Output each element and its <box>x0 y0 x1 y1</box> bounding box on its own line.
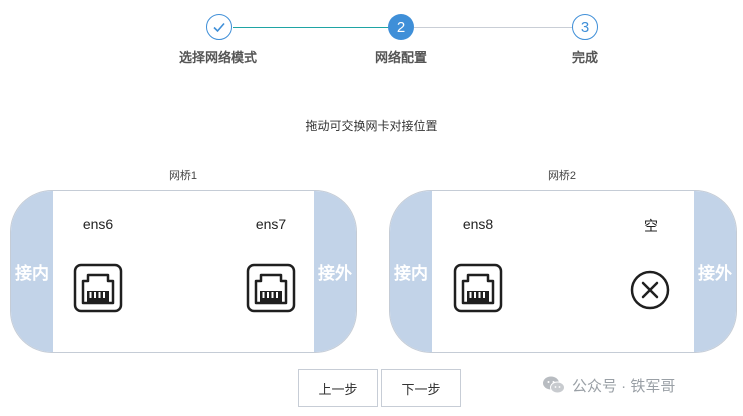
step-2-label: 网络配置 <box>374 50 428 65</box>
bridge-1-inner-side: 接内 <box>11 191 53 352</box>
step-2-circle: 2 <box>388 14 414 40</box>
ethernet-port-icon[interactable] <box>453 263 503 313</box>
wechat-icon <box>543 376 565 394</box>
outer-label: 接外 <box>318 264 352 283</box>
bridge-2-title: 网桥2 <box>547 170 577 182</box>
bridge-2-inner-side: 接内 <box>390 191 432 352</box>
step-3-label: 完成 <box>571 50 599 65</box>
step-1-label: 选择网络模式 <box>178 50 258 65</box>
stepper: 2 3 选择网络模式 网络配置 完成 <box>0 0 743 70</box>
prev-step-button[interactable]: 上一步 <box>298 369 378 407</box>
inner-label: 接内 <box>15 264 49 283</box>
checkmark-icon <box>213 22 225 33</box>
bridge-2-outer-side: 接外 <box>694 191 736 352</box>
port-name-ens8: ens8 <box>462 216 494 232</box>
ethernet-port-icon[interactable] <box>246 263 296 313</box>
port-name-ens6: ens6 <box>82 216 114 232</box>
step-connector-done <box>233 27 389 28</box>
next-step-button[interactable]: 下一步 <box>381 369 461 407</box>
bridge-1-outer-side: 接外 <box>314 191 356 352</box>
port-name-empty: 空 <box>644 218 658 234</box>
step-1-done-circle <box>206 14 232 40</box>
port-name-ens7: ens7 <box>255 216 287 232</box>
watermark-text: 公众号 · 铁军哥 <box>572 377 676 395</box>
drag-hint-text: 拖动可交换网卡对接位置 <box>305 119 438 133</box>
inner-label: 接内 <box>394 264 428 283</box>
step-connector-todo <box>414 27 572 28</box>
outer-label: 接外 <box>698 264 732 283</box>
empty-x-icon[interactable] <box>630 270 670 310</box>
bridge-1-panel: 接内 接外 ens6 ens7 <box>10 190 357 353</box>
ethernet-port-icon[interactable] <box>73 263 123 313</box>
bridge-1-title: 网桥1 <box>168 170 198 182</box>
bridge-2-panel: 接内 接外 ens8 空 <box>389 190 737 353</box>
step-3-circle: 3 <box>572 14 598 40</box>
watermark: 公众号 · 铁军哥 <box>542 374 675 396</box>
